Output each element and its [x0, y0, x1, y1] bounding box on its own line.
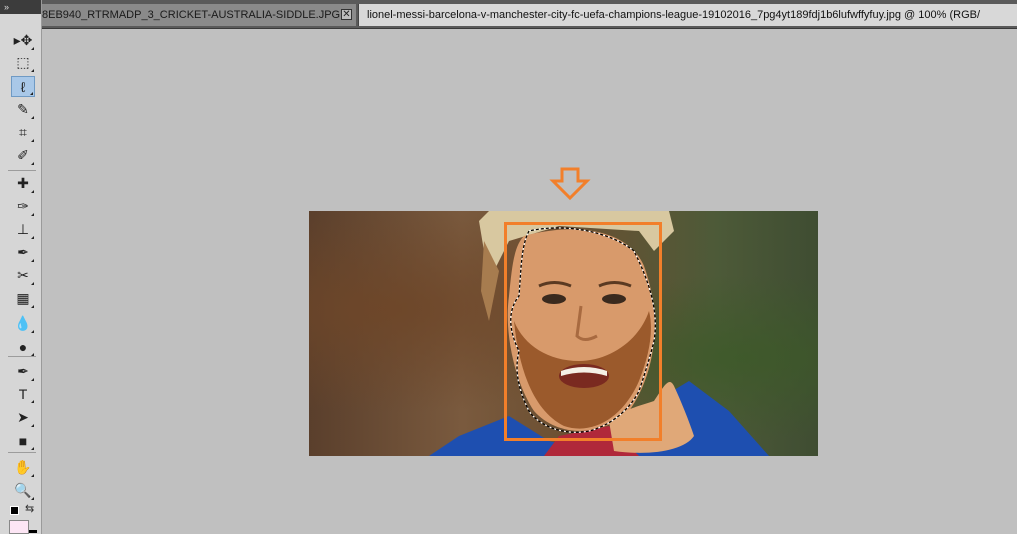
clone-stamp-tool[interactable]: ⊥	[11, 219, 35, 240]
type-icon: T	[18, 385, 28, 402]
tab-label: lionel-messi-barcelona-v-manchester-city…	[367, 9, 981, 21]
tools-panel: » ▸✥ ⬚ ℓ ✎ ⌗ ✐ ✚ ✑ ⊥ ✒ ✂ ▦ 💧 ● ✒ T ➤ ■ ✋ 🔍 ⇆	[0, 0, 42, 534]
move-icon: ▸✥	[13, 32, 33, 48]
lasso-tool[interactable]: ℓ	[11, 76, 35, 97]
path-selection-tool[interactable]: ➤	[11, 407, 35, 428]
close-icon[interactable]: ✕	[341, 9, 352, 20]
hand-tool[interactable]: ✋	[11, 457, 35, 478]
history-brush-tool[interactable]: ✒	[11, 242, 35, 263]
hand-icon: ✋	[14, 459, 32, 475]
pen-icon: ✒	[17, 363, 29, 379]
tab-cricket-image[interactable]: 8EB940_RTRMADP_3_CRICKET-AUSTRALIA-SIDDL…	[0, 4, 356, 26]
default-colors-icon[interactable]	[29, 530, 37, 533]
quick-selection-icon: ✎	[17, 101, 29, 117]
eraser-icon: ✂	[17, 267, 29, 283]
tool-divider	[8, 452, 36, 453]
crop-tool[interactable]: ⌗	[11, 122, 35, 143]
crop-icon: ⌗	[19, 124, 27, 140]
pen-tool[interactable]: ✒	[11, 361, 35, 382]
move-tool[interactable]: ▸✥	[11, 30, 35, 51]
stamp-icon: ⊥	[16, 221, 30, 237]
lasso-icon: ℓ	[20, 78, 26, 95]
swap-colors-icon[interactable]: ⇆	[25, 502, 34, 515]
foreground-color-swatch[interactable]	[10, 506, 19, 515]
history-brush-icon: ✒	[17, 244, 29, 260]
tab-label: 8EB940_RTRMADP_3_CRICKET-AUSTRALIA-SIDDL…	[42, 9, 341, 21]
arrow-icon: ➤	[17, 409, 29, 425]
blur-tool[interactable]: 💧	[11, 313, 35, 334]
down-arrow-annotation-icon	[549, 167, 591, 201]
brush-tool[interactable]: ✑	[11, 196, 35, 217]
gradient-icon: ▦	[16, 290, 30, 306]
drop-icon: 💧	[14, 315, 32, 331]
background-color-swatch[interactable]	[9, 520, 29, 534]
zoom-tool[interactable]: 🔍	[11, 480, 35, 501]
rectangle-marquee-icon: ⬚	[16, 54, 30, 70]
document-tab-bar: 8EB940_RTRMADP_3_CRICKET-AUSTRALIA-SIDDL…	[0, 0, 1017, 29]
tool-divider	[8, 170, 36, 171]
bandage-icon: ✚	[17, 175, 29, 191]
face-highlight-box	[504, 222, 662, 441]
zoom-icon: 🔍	[14, 482, 32, 498]
eyedropper-icon: ✐	[17, 147, 29, 163]
shape-tool[interactable]: ■	[11, 430, 35, 451]
eraser-tool[interactable]: ✂	[11, 265, 35, 286]
quick-selection-tool[interactable]: ✎	[11, 99, 35, 120]
toolbox-collapse-button[interactable]: »	[0, 0, 41, 14]
eyedropper-tool[interactable]: ✐	[11, 145, 35, 166]
tool-divider	[8, 356, 36, 357]
rectangle-icon: ■	[18, 432, 28, 449]
gradient-tool[interactable]: ▦	[11, 288, 35, 309]
type-tool[interactable]: T	[11, 383, 35, 404]
healing-brush-tool[interactable]: ✚	[11, 173, 35, 194]
marquee-tool[interactable]: ⬚	[11, 52, 35, 73]
dodge-icon: ●	[18, 338, 28, 355]
brush-icon: ✑	[17, 198, 29, 214]
dodge-tool[interactable]: ●	[11, 336, 35, 357]
tab-messi-image[interactable]: lionel-messi-barcelona-v-manchester-city…	[358, 4, 1017, 26]
